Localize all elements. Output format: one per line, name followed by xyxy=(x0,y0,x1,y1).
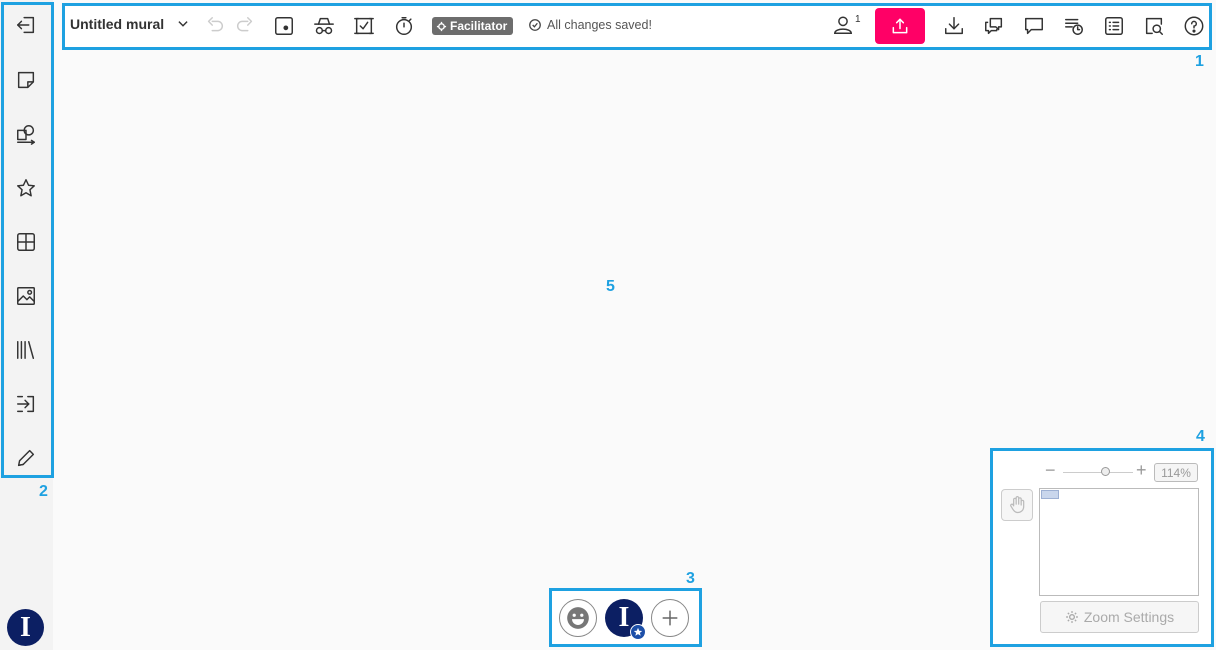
callout-box-1 xyxy=(62,3,1212,50)
callout-label-3: 3 xyxy=(686,570,695,587)
callout-box-2 xyxy=(1,2,54,478)
callout-label-2: 2 xyxy=(39,483,48,500)
callout-box-4 xyxy=(990,448,1214,647)
user-avatar[interactable]: I xyxy=(7,609,44,646)
callout-label-1: 1 xyxy=(1195,53,1204,70)
callout-label-4: 4 xyxy=(1196,428,1205,445)
callout-box-3 xyxy=(549,588,702,647)
callout-label-5: 5 xyxy=(606,278,615,295)
